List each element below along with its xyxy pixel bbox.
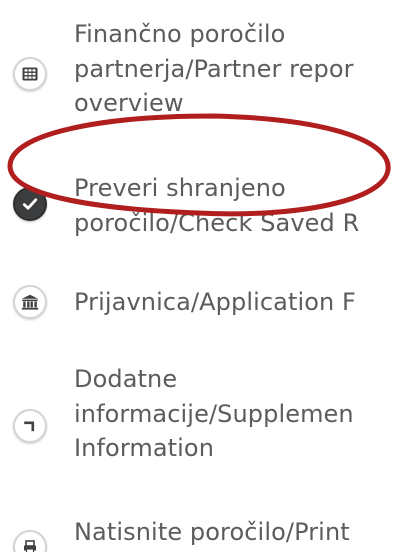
menu-item-label-line: Finančno poročilo — [74, 20, 286, 48]
menu-item-label: Finančno poročilo partnerja/Partner repo… — [74, 17, 354, 121]
print-icon — [13, 530, 47, 552]
menu-item-label-line: partnerja/Partner repor — [74, 54, 354, 83]
bank-icon — [13, 285, 47, 319]
menu-item-print-report[interactable]: Natisnite poročilo/Print — [0, 0, 403, 552]
menu-item-label-line: Natisnite poročilo/Print — [74, 518, 350, 546]
menu-item-label: Prijavnica/Application F — [74, 285, 356, 320]
menu-item-label-line: poročilo/Check Saved R — [74, 208, 360, 237]
menu-item-label-line: Prijavnica/Application F — [74, 288, 356, 316]
menu-item-label: Natisnite poročilo/Print — [74, 515, 350, 550]
menu-item-label-line: Information — [74, 434, 215, 462]
calculator-icon — [13, 57, 47, 91]
check-circle-icon — [13, 187, 47, 221]
corner-arrow-icon — [13, 409, 47, 443]
menu-item-label-line: overview — [74, 89, 184, 117]
menu-item-label-line: Preveri shranjeno — [74, 174, 286, 202]
side-menu: Finančno poročilo partnerja/Partner repo… — [0, 0, 403, 552]
menu-item-label-line: informacije/Supplemen — [74, 399, 354, 428]
menu-item-label: Dodatne informacije/Supplemen Informatio… — [74, 362, 354, 466]
menu-item-label: Preveri shranjeno poročilo/Check Saved R — [74, 171, 359, 240]
menu-item-label-line: Dodatne — [74, 365, 178, 393]
